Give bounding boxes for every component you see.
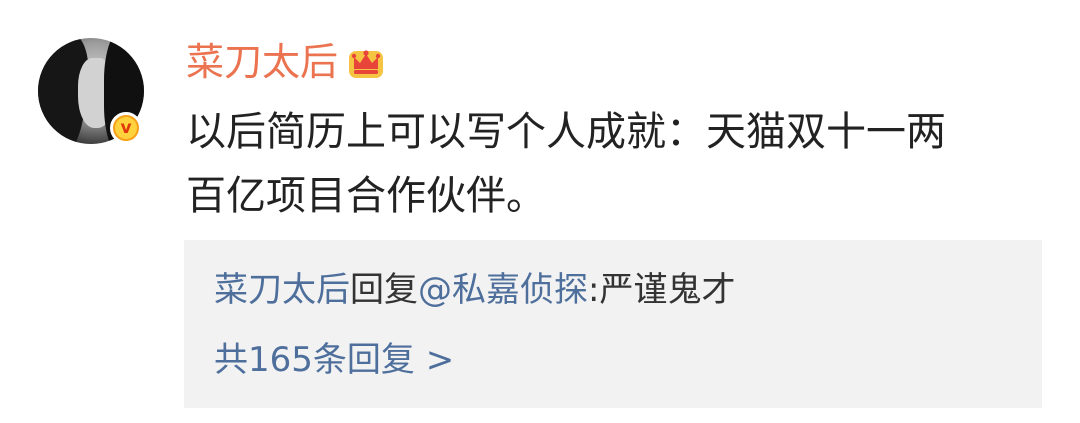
comment-line-1: 以后简历上可以写个人成就：天猫双十一两	[186, 109, 946, 155]
reply-preview-line: 菜刀太后回复@私嘉侦探:严谨鬼才	[214, 268, 735, 312]
username[interactable]: 菜刀太后	[186, 38, 338, 86]
reply-text: 严谨鬼才	[599, 270, 736, 310]
reply-action: 回复	[350, 270, 418, 310]
reply-count-link[interactable]: 共165条回复 >	[214, 338, 454, 382]
reply-preview-box[interactable]: 菜刀太后回复@私嘉侦探:严谨鬼才 共165条回复 >	[184, 240, 1042, 408]
verified-v-letter: v	[115, 117, 137, 139]
crown-icon	[349, 50, 384, 78]
reply-mention[interactable]: @私嘉侦探	[418, 270, 588, 310]
comment-line-2: 百亿项目合作伙伴。	[186, 173, 546, 219]
verified-v-icon: v	[110, 112, 142, 144]
reply-separator: :	[588, 270, 600, 310]
comment-text: 以后简历上可以写个人成就：天猫双十一两 百亿项目合作伙伴。	[186, 100, 1046, 228]
reply-author[interactable]: 菜刀太后	[214, 270, 350, 310]
username-row: 菜刀太后	[186, 38, 386, 86]
